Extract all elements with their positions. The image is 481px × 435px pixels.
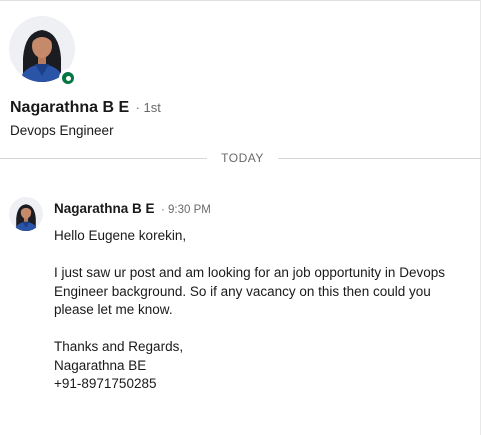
date-divider-line-right <box>278 158 481 159</box>
message-sender-avatar[interactable] <box>9 197 43 231</box>
profile-headline: Devops Engineer <box>10 123 114 138</box>
profile-name[interactable]: Nagarathna B E <box>10 99 129 116</box>
message-greeting: Hello Eugene korekin, <box>54 228 187 243</box>
connection-degree: · 1st <box>135 100 161 115</box>
message-sender-name[interactable]: Nagarathna B E <box>54 201 155 216</box>
message-signoff: Thanks and Regards, <box>54 339 184 354</box>
message-text-line: please let me know. <box>54 302 173 317</box>
top-divider <box>0 0 481 1</box>
message-header: Nagarathna B E · 9:30 PM <box>54 200 211 218</box>
message-signature-name: Nagarathna BE <box>54 357 147 373</box>
message-timestamp: · 9:30 PM <box>160 204 211 216</box>
message-signature-phone: +91-8971750285 <box>54 376 157 391</box>
date-divider-line-left <box>0 158 207 159</box>
message-text-line: I just saw ur post and am looking for an… <box>54 265 445 280</box>
date-divider-label: TODAY <box>221 151 264 165</box>
online-status-icon <box>59 69 77 87</box>
message-body: Hello Eugene korekin, I just saw ur post… <box>54 227 464 394</box>
message-text-line: Engineer background. So if any vacancy o… <box>54 283 431 299</box>
